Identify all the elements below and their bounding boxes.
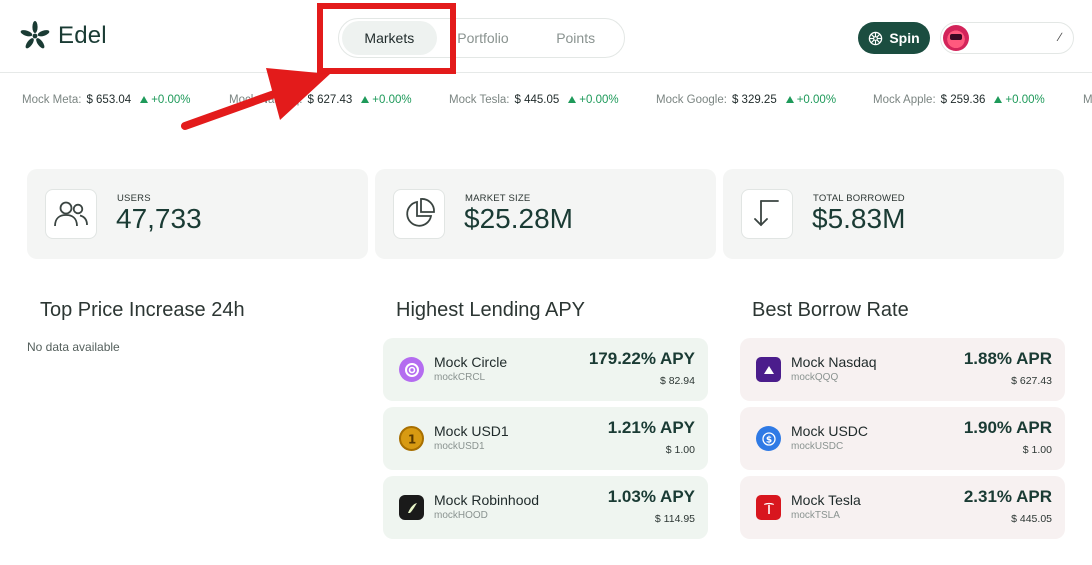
ticker-change: +0.00% [564, 94, 619, 106]
ticker-item[interactable]: Mock Tesla: $ 445.05 +0.00% [449, 94, 619, 106]
asset-name: Mock Nasdaq [791, 354, 877, 370]
asset-rate: 1.90% APR [963, 418, 1052, 437]
ticker-price: $ 329.25 [731, 94, 777, 106]
asset-symbol: mockHOOD [434, 510, 488, 521]
borrow-item[interactable]: $ Mock USDC mockUSDC 1.90% APR $ 1.00 [740, 407, 1065, 470]
brand-name: Edel [58, 22, 107, 49]
borrow-item[interactable]: Mock Tesla mockTSLA 2.31% APR $ 445.05 [740, 476, 1065, 539]
ticker-item[interactable]: Mock Apple: $ 259.36 +0.00% [873, 94, 1045, 106]
lending-item[interactable]: Mock Circle mockCRCL 179.22% APY $ 82.94 [383, 338, 708, 401]
stat-card-users: USERS 47,733 [27, 169, 368, 259]
lending-item[interactable]: Mock Robinhood mockHOOD 1.03% APY $ 114.… [383, 476, 708, 539]
ticker-item[interactable]: Mock Google: $ 329.25 +0.00% [656, 94, 836, 106]
robinhood-logo-icon [399, 495, 424, 520]
pie-chart-icon [406, 198, 435, 227]
asset-name: Mock USD1 [434, 423, 509, 439]
ticker-name: Mock Meta: [22, 94, 82, 106]
asset-price: $ 1.00 [665, 444, 695, 456]
up-triangle-icon [568, 95, 577, 103]
lending-item[interactable]: 1 Mock USD1 mockUSD1 1.21% APY $ 1.00 [383, 407, 708, 470]
circle-logo-icon [399, 357, 424, 382]
asset-rate: 2.31% APR [963, 487, 1052, 506]
asset-symbol: mockCRCL [434, 372, 486, 383]
ticker-price: $ 653.04 [86, 94, 132, 106]
up-triangle-icon [361, 95, 370, 103]
stat-value: $25.28M [464, 203, 573, 234]
price-ticker: Mock Meta: $ 653.04 +0.00% Mock Nasdaq: … [0, 92, 1092, 112]
asset-rate: 1.21% APY [607, 418, 695, 437]
svg-text:$: $ [765, 435, 771, 445]
asset-price: $ 627.43 [1011, 375, 1052, 387]
asset-symbol: mockUSDC [791, 441, 844, 452]
ticker-change-value: +0.00% [372, 94, 412, 106]
asset-price: $ 82.94 [659, 375, 695, 387]
asset-rate: 1.03% APY [607, 487, 695, 506]
avatar [943, 25, 969, 51]
ticker-item[interactable]: M [1083, 94, 1092, 106]
asset-price: $ 445.05 [1011, 513, 1052, 525]
up-triangle-icon [994, 95, 1003, 103]
top-header: Edel Markets Portfolio Points Spin ∕ [0, 0, 1092, 73]
edel-leaf-icon [20, 21, 50, 49]
asset-symbol: mockUSD1 [434, 441, 485, 452]
stat-icon-box [45, 189, 97, 239]
nasdaq-logo-icon [756, 357, 781, 382]
ticker-change: +0.00% [990, 94, 1045, 106]
empty-state: No data available [27, 340, 120, 354]
ticker-change-value: +0.00% [579, 94, 619, 106]
asset-symbol: mockTSLA [791, 510, 840, 521]
stat-card-total-borrowed: TOTAL BORROWED $5.83M [723, 169, 1064, 259]
usdc-logo-icon: $ [756, 426, 781, 451]
edit-icon[interactable]: ∕ [1059, 30, 1061, 44]
users-icon [54, 201, 88, 227]
usd1-logo-icon: 1 [399, 426, 424, 451]
asset-name: Mock USDC [791, 423, 869, 439]
arrow-down-icon [754, 200, 779, 227]
stat-card-market-size: MARKET SIZE $25.28M [375, 169, 716, 259]
ticker-price: $ 445.05 [514, 94, 560, 106]
account-button[interactable]: ∕ [940, 22, 1074, 54]
asset-name: Mock Robinhood [434, 492, 540, 508]
ticker-name: Mock Apple: [873, 94, 936, 106]
ticker-item[interactable]: Mock Meta: $ 653.04 +0.00% [22, 94, 191, 106]
spin-wheel-icon [869, 31, 883, 45]
tab-points[interactable]: Points [529, 21, 622, 55]
borrow-item[interactable]: Mock Nasdaq mockQQQ 1.88% APR $ 627.43 [740, 338, 1065, 401]
spin-label: Spin [889, 30, 920, 46]
stat-value: 47,733 [116, 203, 202, 234]
annotation-arrow-icon [181, 68, 330, 130]
tesla-logo-icon [756, 495, 781, 520]
asset-name: Mock Circle [434, 354, 508, 370]
ticker-change: +0.00% [782, 94, 836, 106]
asset-rate: 1.88% APR [963, 349, 1052, 368]
ticker-name: M [1083, 94, 1092, 106]
up-triangle-icon [785, 95, 794, 103]
svg-text:1: 1 [407, 432, 415, 446]
ticker-change-value: +0.00% [796, 94, 837, 106]
stat-value: $5.83M [812, 203, 906, 234]
annotation-highlight-box [317, 3, 456, 74]
section-title-borrow: Best Borrow Rate [752, 299, 909, 321]
asset-symbol: mockQQQ [791, 372, 839, 383]
asset-rate: 179.22% APY [588, 349, 695, 368]
ticker-price: $ 259.36 [940, 94, 986, 106]
ticker-name: Mock Google: [656, 94, 727, 106]
ticker-name: Mock Tesla: [449, 94, 510, 106]
section-title-lending: Highest Lending APY [396, 299, 586, 321]
section-title-top-price: Top Price Increase 24h [40, 299, 245, 321]
ticker-change: +0.00% [357, 94, 412, 106]
up-triangle-icon [140, 95, 149, 103]
asset-name: Mock Tesla [791, 492, 861, 508]
asset-price: $ 1.00 [1022, 444, 1052, 456]
edel-logo[interactable]: Edel [18, 20, 107, 52]
stat-icon-box [741, 189, 793, 239]
spin-button[interactable]: Spin [858, 22, 930, 54]
stat-icon-box [393, 189, 445, 239]
asset-price: $ 114.95 [654, 513, 695, 525]
ticker-change-value: +0.00% [1005, 94, 1045, 106]
